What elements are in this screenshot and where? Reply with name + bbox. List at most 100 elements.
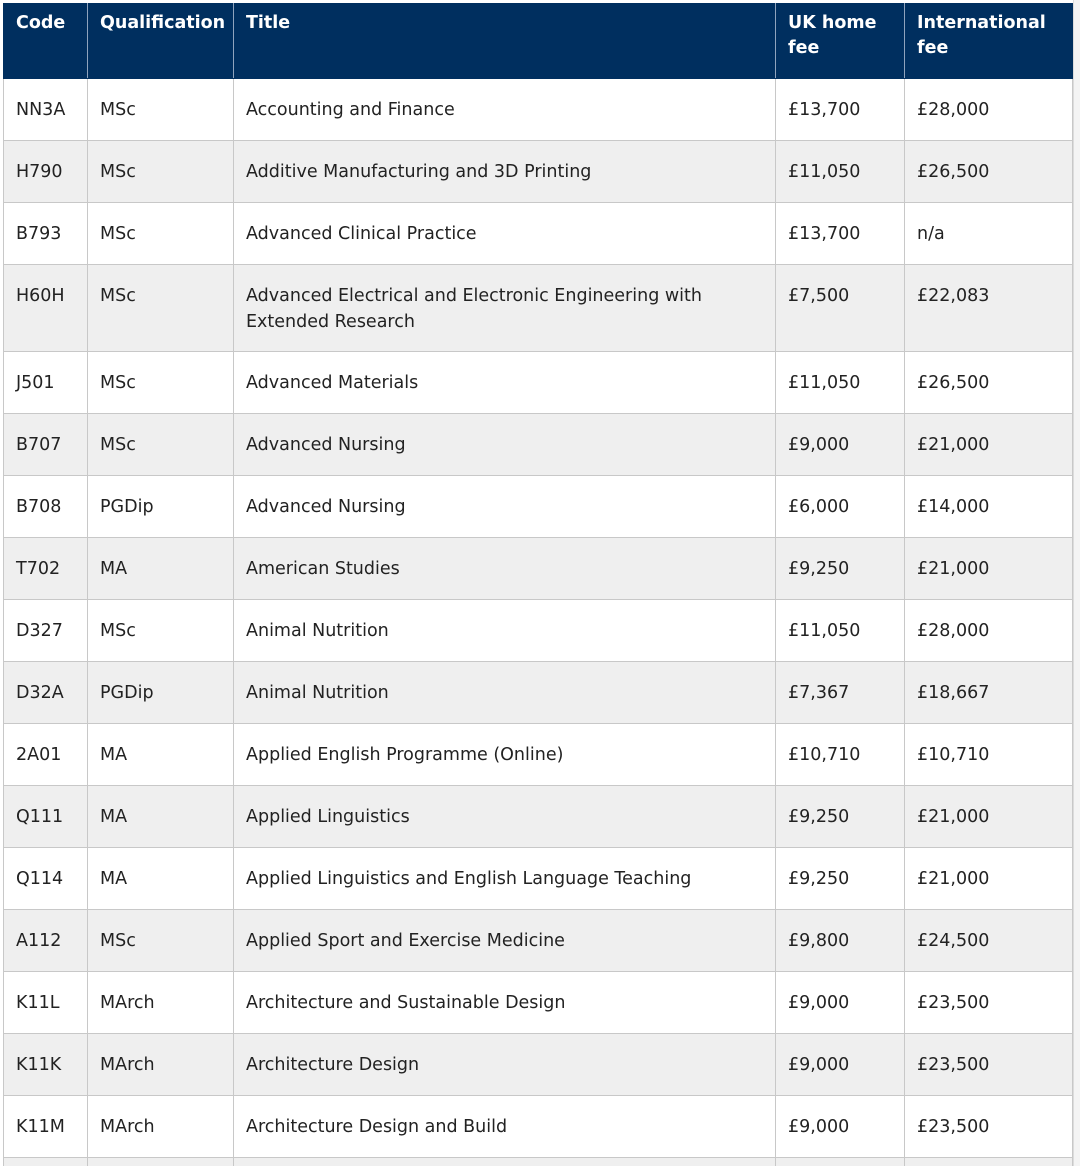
cell-international-fee: £23,500 [904,1033,1073,1096]
table-row: H790 MSc Additive Manufacturing and 3D P… [3,140,1073,203]
cell-international-fee: £14,000 [904,475,1073,538]
course-fees-table: Code Qualification Title UK home fee Int… [3,3,1073,1166]
cell-qualification: MSc [87,264,234,352]
cell-code: T702 [3,537,88,600]
cell-uk-home-fee: £11,050 [775,599,905,662]
cell-code: D32A [3,661,88,724]
cell-qualification: PGDip [87,661,234,724]
table-row: H60H MSc Advanced Electrical and Electro… [3,264,1073,352]
table-row: K11L MArch Architecture and Sustainable … [3,971,1073,1034]
cell-qualification: MSc [87,599,234,662]
cell-uk-home-fee: £9,800 [775,909,905,972]
cell-international-fee: £21,000 [904,413,1073,476]
cell-qualification: MSc [87,413,234,476]
table-row: D327 MSc Animal Nutrition £11,050 £28,00… [3,599,1073,662]
cell-qualification: MA [87,723,234,786]
table-row: B707 MSc Advanced Nursing £9,000 £21,000 [3,413,1073,476]
cell-code: B708 [3,475,88,538]
cell-international-fee: £24,500 [904,909,1073,972]
cell-international-fee: £10,710 [904,723,1073,786]
cell-uk-home-fee: £7,367 [775,661,905,724]
cell-qualification: MArch [87,1095,234,1158]
table-row: T702 MA American Studies £9,250 £21,000 [3,537,1073,600]
table-row: Q111 MA Applied Linguistics £9,250 £21,0… [3,785,1073,848]
table-row-partial [3,1157,1073,1166]
scrollbar-track[interactable] [1073,0,1080,1166]
cell-title: Applied Linguistics and English Language… [233,847,776,910]
column-header-title: Title [233,3,776,79]
cell-title: Advanced Nursing [233,413,776,476]
column-header-uk-home-fee: UK home fee [775,3,905,79]
cell-uk-home-fee: £9,000 [775,971,905,1034]
cell-uk-home-fee: £6,000 [775,475,905,538]
table-row: K11K MArch Architecture Design £9,000 £2… [3,1033,1073,1096]
cell-title: Architecture Design [233,1033,776,1096]
column-header-code: Code [3,3,88,79]
cell-qualification: MSc [87,909,234,972]
cell-title: Advanced Electrical and Electronic Engin… [233,264,776,352]
cell-uk-home-fee: £9,000 [775,1033,905,1096]
table-header: Code Qualification Title UK home fee Int… [3,3,1073,79]
cell-code: K11K [3,1033,88,1096]
cell-uk-home-fee: £13,700 [775,202,905,265]
cell-title: Applied Sport and Exercise Medicine [233,909,776,972]
cell-uk-home-fee: £10,710 [775,723,905,786]
cell-qualification: MSc [87,78,234,141]
cell-code: Q111 [3,785,88,848]
cell-title: Architecture Design and Build [233,1095,776,1158]
cell-title: Architecture and Sustainable Design [233,971,776,1034]
cell-code: B793 [3,202,88,265]
cell-code: D327 [3,599,88,662]
cell-uk-home-fee: £9,000 [775,413,905,476]
cell-international-fee: £22,083 [904,264,1073,352]
cell-qualification: MSc [87,351,234,414]
cell-international-fee: n/a [904,202,1073,265]
cell-uk-home-fee: £13,700 [775,78,905,141]
cell-uk-home-fee: £9,250 [775,847,905,910]
cell-uk-home-fee: £9,250 [775,785,905,848]
cell-title: Animal Nutrition [233,661,776,724]
cell-international-fee: £18,667 [904,661,1073,724]
cell-empty [775,1157,905,1166]
cell-code: J501 [3,351,88,414]
cell-title: Additive Manufacturing and 3D Printing [233,140,776,203]
cell-uk-home-fee: £7,500 [775,264,905,352]
cell-international-fee: £23,500 [904,971,1073,1034]
cell-code: 2A01 [3,723,88,786]
cell-uk-home-fee: £11,050 [775,351,905,414]
cell-uk-home-fee: £11,050 [775,140,905,203]
cell-empty [87,1157,234,1166]
cell-international-fee: £28,000 [904,78,1073,141]
page: Code Qualification Title UK home fee Int… [0,0,1080,1166]
table-row: J501 MSc Advanced Materials £11,050 £26,… [3,351,1073,414]
cell-empty [233,1157,776,1166]
table-row: K11M MArch Architecture Design and Build… [3,1095,1073,1158]
cell-qualification: MArch [87,1033,234,1096]
header-row: Code Qualification Title UK home fee Int… [3,3,1073,79]
cell-international-fee: £21,000 [904,847,1073,910]
cell-qualification: PGDip [87,475,234,538]
cell-title: Applied Linguistics [233,785,776,848]
cell-international-fee: £28,000 [904,599,1073,662]
cell-code: B707 [3,413,88,476]
cell-qualification: MSc [87,140,234,203]
cell-international-fee: £26,500 [904,351,1073,414]
cell-title: Accounting and Finance [233,78,776,141]
cell-international-fee: £21,000 [904,785,1073,848]
cell-title: Advanced Clinical Practice [233,202,776,265]
cell-title: Applied English Programme (Online) [233,723,776,786]
cell-code: Q114 [3,847,88,910]
cell-uk-home-fee: £9,000 [775,1095,905,1158]
cell-international-fee: £26,500 [904,140,1073,203]
cell-international-fee: £21,000 [904,537,1073,600]
cell-qualification: MA [87,537,234,600]
table-row: NN3A MSc Accounting and Finance £13,700 … [3,78,1073,141]
cell-code: NN3A [3,78,88,141]
cell-uk-home-fee: £9,250 [775,537,905,600]
table-body: NN3A MSc Accounting and Finance £13,700 … [3,78,1073,1166]
cell-title: Animal Nutrition [233,599,776,662]
column-header-qualification: Qualification [87,3,234,79]
cell-code: K11M [3,1095,88,1158]
cell-code: H60H [3,264,88,352]
table-row: B708 PGDip Advanced Nursing £6,000 £14,0… [3,475,1073,538]
